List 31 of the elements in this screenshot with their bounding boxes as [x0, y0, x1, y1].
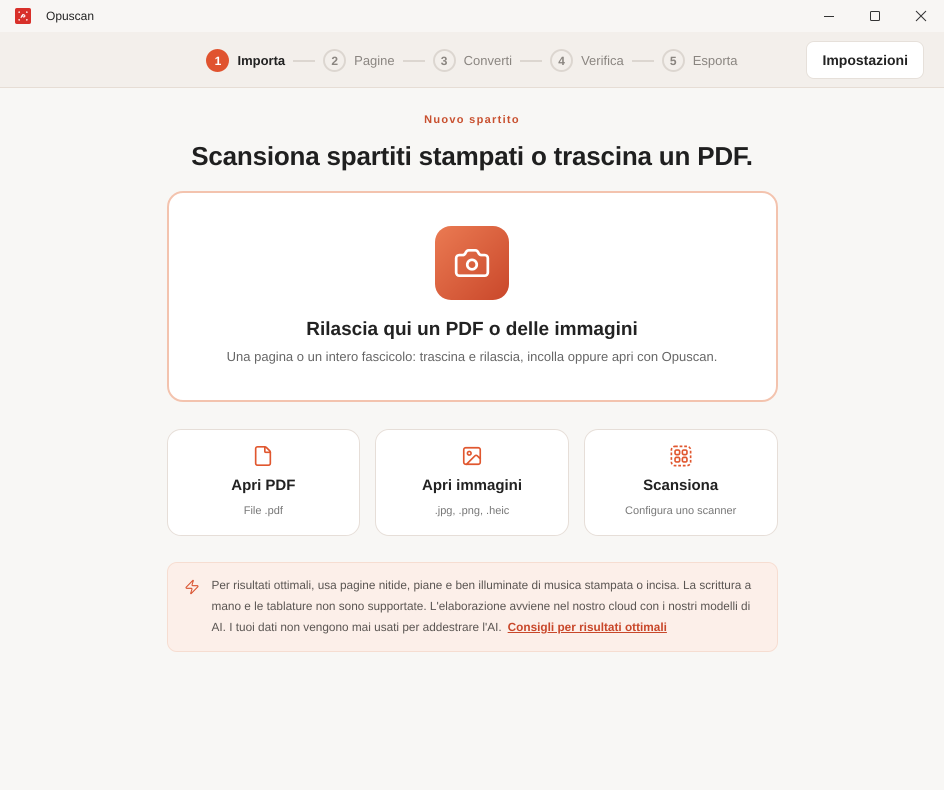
card-subtitle: File .pdf [244, 505, 283, 517]
step-number: 4 [550, 49, 574, 72]
maximize-icon [870, 11, 880, 21]
card-subtitle: Configura uno scanner [625, 505, 736, 517]
close-icon [916, 11, 926, 21]
notice-text: Per risultati ottimali, usa pagine nitide, piane e ben illuminate di musica stampata o incisa. La scrittura a mano e le tablature non sono supportate. L'elaborazione avviene nel nostro cloud con i nostri modelli di AI. I tuoi dati non vengono mai usati per addestrare l'AI. Consigli per risultati ottimali [212, 577, 752, 636]
step-number: 1 [206, 49, 230, 72]
card-title: Apri immagini [422, 477, 522, 494]
card-title: Apri PDF [231, 477, 296, 494]
step-number: 3 [432, 49, 456, 72]
step-tab[interactable]: 1 Importa [206, 49, 286, 72]
window-title: Opuscan [46, 9, 94, 23]
step-number: 5 [662, 49, 685, 72]
drop-zone-subtitle: Una pagina o un intero fascicolo: trascina e rilascia, incolla oppure apri con Opuscan. [226, 349, 718, 364]
scan-frame-icon [670, 445, 692, 467]
lightning-icon [184, 578, 200, 596]
image-icon [460, 445, 483, 467]
camera-icon [435, 226, 509, 300]
tips-link[interactable]: Consigli per risultati ottimali [508, 620, 667, 634]
card-title: Scansiona [643, 477, 718, 494]
action-card[interactable]: Apri PDF File .pdf [166, 429, 360, 536]
card-subtitle: .jpg, .png, .heic [434, 505, 510, 517]
settings-button[interactable]: Impostazioni [806, 40, 924, 78]
drop-zone[interactable]: Rilascia qui un PDF o delle immagini Una pagina o un intero fascicolo: trascina e rilascia, incolla oppure apri con Opuscan. [166, 191, 778, 402]
step-number: 2 [323, 49, 346, 72]
drop-zone-title: Rilascia qui un PDF o delle immagini [306, 319, 638, 341]
action-card[interactable]: Scansiona Configura uno scanner [584, 429, 778, 536]
eyebrow-label: Nuovo spartito [424, 114, 520, 126]
app-logo-icon [15, 8, 31, 24]
action-card[interactable]: Apri immagini .jpg, .png, .heic [375, 429, 569, 536]
page-heading: Scansiona spartiti stampati o trascina un PDF. [191, 141, 753, 172]
